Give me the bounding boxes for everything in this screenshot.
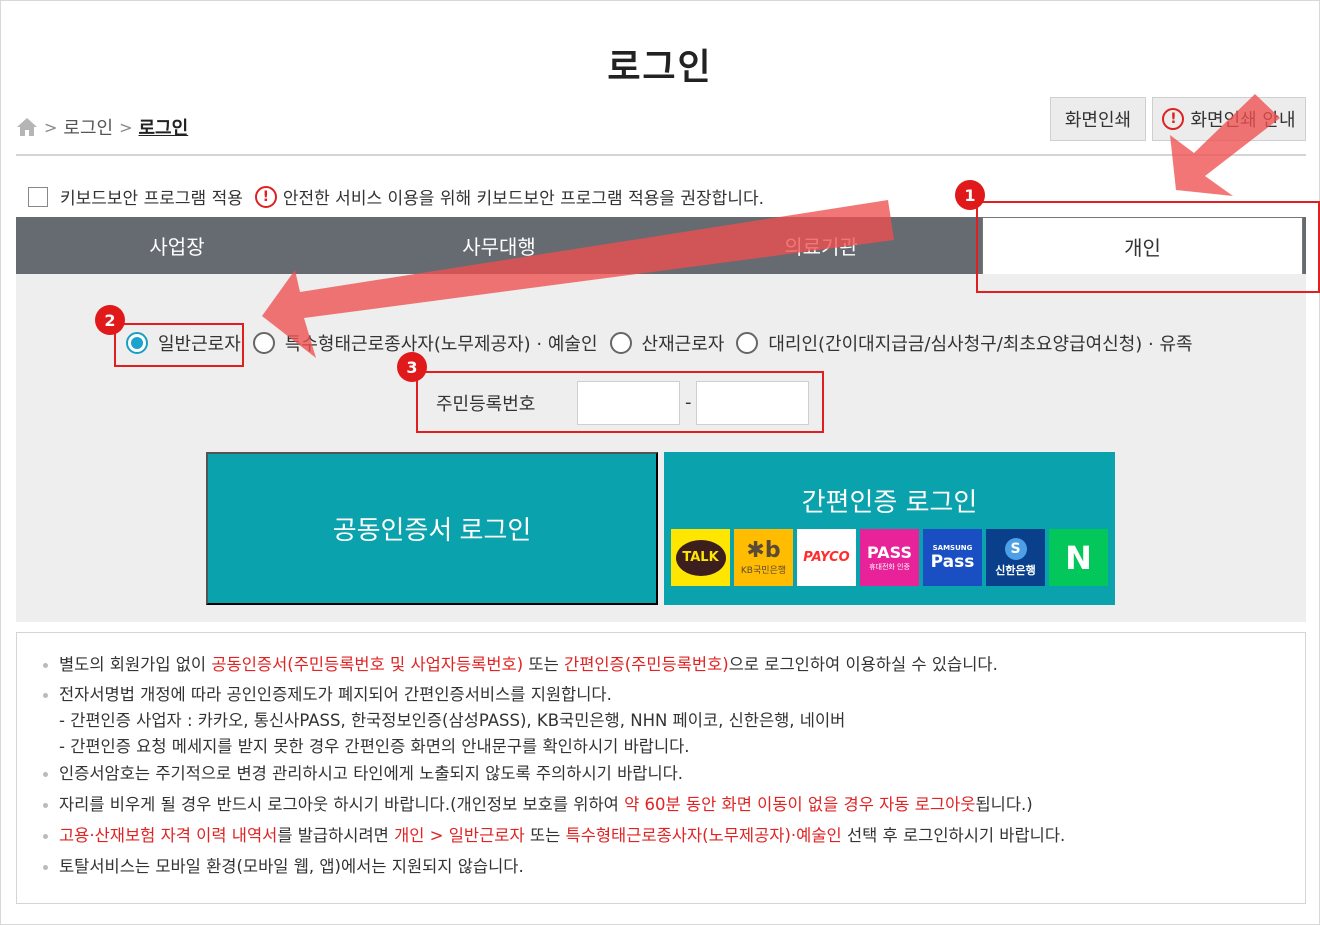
notice-box: 별도의 회원가입 없이 공동인증서(주민등록번호 및 사업자등록번호) 또는 간… [16, 632, 1306, 904]
user-type-label: 산재근로자 [641, 334, 725, 355]
cert-login-button[interactable]: 공동인증서 로그인 [206, 452, 658, 605]
keyboard-security-checkbox[interactable] [28, 186, 48, 207]
pass-sub: 휴대전화 인증 [869, 563, 910, 571]
radio-special[interactable] [252, 332, 275, 354]
payco-logo[interactable]: PAYCO [797, 529, 856, 586]
user-type-agent[interactable]: 대리인(간이대지급금/심사청구/최초요양급여신청) · 유족 [736, 330, 1193, 356]
page-title: 로그인 [607, 47, 713, 88]
print-button[interactable]: 화면인쇄 [1050, 97, 1146, 141]
annotation-box-3 [416, 371, 824, 433]
kb-star-icon: ✱b [746, 538, 781, 563]
shinhan-label: 신한은행 [995, 563, 1036, 577]
notice-item: 고용·산재보험 자격 이력 내역서를 발급하시려면 개인 > 일반근로자 또는 … [43, 822, 1305, 853]
shinhan-logo[interactable]: S 신한은행 [986, 529, 1045, 586]
notice-item: 자리를 비우게 될 경우 반드시 로그아웃 하시기 바랍니다.(개인정보 보호를… [43, 791, 1305, 822]
notice-subitem: - 간편인증 사업자 : 카카오, 통신사PASS, 한국정보인증(삼성PASS… [59, 711, 846, 730]
divider [16, 154, 1306, 156]
tab-medical[interactable]: 의료기관 [660, 217, 982, 274]
samsung-pass-label: Pass [930, 551, 975, 572]
keyboard-security-label: 키보드보안 프로그램 적용 [60, 189, 243, 209]
notice-item: 인증서암호는 주기적으로 변경 관리하시고 타인에게 노출되지 않도록 주의하시… [43, 760, 1305, 791]
bullet [43, 663, 48, 668]
radio-agent[interactable] [736, 332, 759, 354]
bullet [43, 865, 48, 870]
breadcrumb-current[interactable]: 로그인 [139, 114, 189, 140]
notice-subitem: - 간편인증 요청 메세지를 받지 못한 경우 간편인증 화면의 안내문구를 확… [59, 737, 690, 756]
kakao-talk-icon: TALK [675, 539, 726, 576]
bullet [43, 693, 48, 698]
annotation-badge-3: 3 [397, 352, 427, 382]
notice-item: 별도의 회원가입 없이 공동인증서(주민등록번호 및 사업자등록번호) 또는 간… [43, 651, 1305, 682]
alert-icon: ! [1162, 108, 1185, 130]
pass-label: PASS [867, 543, 912, 562]
kb-label: KB국민은행 [740, 566, 787, 576]
tab-business[interactable]: 사업장 [16, 217, 338, 274]
bullet [43, 772, 48, 777]
alert-icon: ! [254, 185, 277, 208]
samsung-label: SAMSUNG [932, 543, 973, 552]
print-guide-label: 화면인쇄 안내 [1190, 110, 1296, 131]
user-type-special[interactable]: 특수형태근로종사자(노무제공자) · 예술인 [252, 330, 598, 356]
provider-logos: TALK ✱b KB국민은행 PAYCO PASS 휴대전화 인증 SAMSUN… [671, 529, 1112, 586]
keyboard-security-row: 키보드보안 프로그램 적용 ! 안전한 서비스 이용을 위해 키보드보안 프로그… [28, 184, 764, 209]
print-guide-button[interactable]: ! 화면인쇄 안내 [1152, 97, 1306, 141]
kb-logo[interactable]: ✱b KB국민은행 [734, 529, 793, 586]
user-type-group: 일반근로자 특수형태근로종사자(노무제공자) · 예술인 산재근로자 대리인(간… [126, 330, 1205, 356]
pass-logo[interactable]: PASS 휴대전화 인증 [860, 529, 919, 586]
tab-agency[interactable]: 사무대행 [338, 217, 660, 274]
simple-auth-title: 간편인증 로그인 [801, 488, 978, 518]
bullet [43, 834, 48, 839]
breadcrumb-item[interactable]: 로그인 [63, 114, 113, 140]
simple-auth-login[interactable]: 간편인증 로그인 TALK ✱b KB국민은행 PAYCO PASS 휴대전화 … [664, 452, 1115, 605]
user-type-industrial[interactable]: 산재근로자 [609, 330, 725, 356]
annotation-badge-2: 2 [95, 305, 125, 335]
user-type-label: 대리인(간이대지급금/심사청구/최초요양급여신청) · 유족 [768, 334, 1193, 355]
annotation-badge-1: 1 [955, 180, 985, 210]
bullet [43, 803, 48, 808]
breadcrumb: > 로그인 > 로그인 [16, 114, 188, 140]
notice-item: 전자서명법 개정에 따라 공인인증제도가 폐지되어 간편인증서비스를 지원합니다… [43, 682, 1305, 708]
home-icon[interactable] [16, 117, 38, 137]
kakao-logo[interactable]: TALK [671, 529, 730, 586]
shinhan-emblem-icon: S [1004, 537, 1027, 560]
annotation-box-1 [976, 201, 1320, 293]
keyboard-security-notice: 안전한 서비스 이용을 위해 키보드보안 프로그램 적용을 권장합니다. [282, 189, 765, 209]
notice-item: 토탈서비스는 모바일 환경(모바일 웹, 앱)에서는 지원되지 않습니다. [43, 853, 1305, 884]
chevron-right-icon: > [119, 117, 133, 137]
user-type-label: 특수형태근로종사자(노무제공자) · 예술인 [284, 334, 598, 355]
samsung-pass-logo[interactable]: SAMSUNG Pass [923, 529, 982, 586]
annotation-box-2 [114, 323, 244, 367]
naver-logo[interactable]: N [1049, 529, 1108, 586]
chevron-right-icon: > [44, 117, 58, 137]
radio-industrial[interactable] [609, 332, 632, 354]
